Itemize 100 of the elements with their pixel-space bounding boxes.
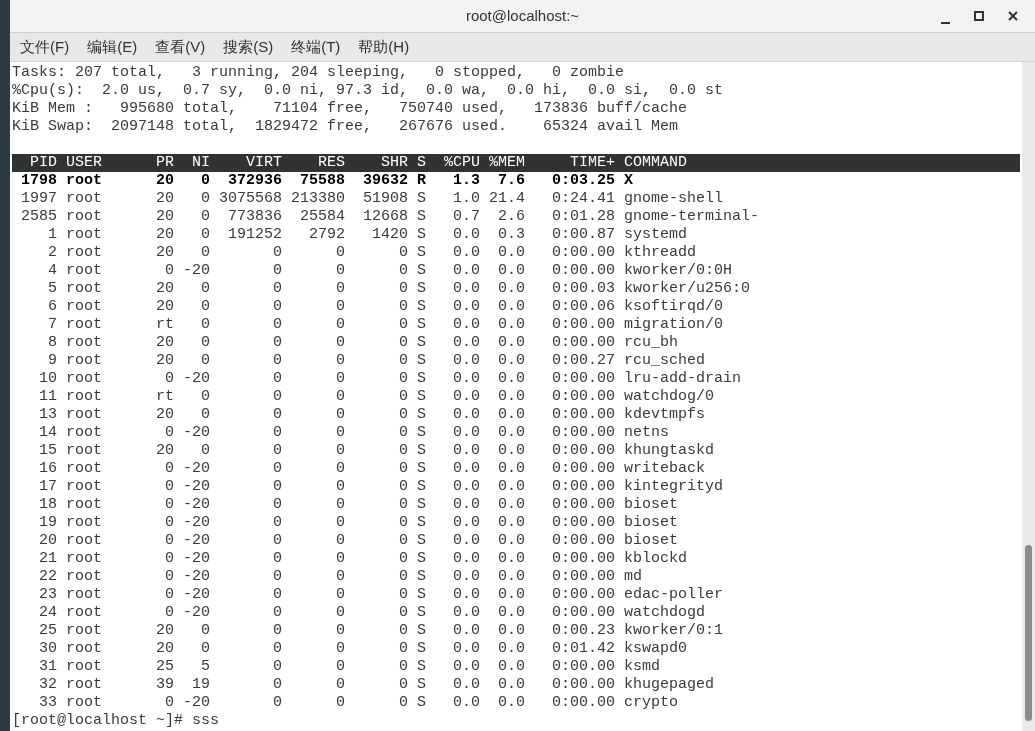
table-cell-text: 0.0	[497, 604, 525, 622]
menu-item[interactable]: 搜索(S)	[215, 35, 282, 59]
table-cell-text: S	[416, 244, 426, 262]
table-cell-text: 0	[164, 568, 174, 586]
table-cell-text: 0	[398, 604, 408, 622]
table-cell-text: 8	[47, 334, 57, 352]
table-cell-text: 0:00.00	[551, 586, 615, 604]
menu-item[interactable]: 编辑(E)	[79, 35, 146, 59]
maximize-button[interactable]	[971, 8, 987, 24]
table-cell-text: 20	[155, 280, 174, 298]
table-cell-text: 0	[398, 640, 408, 658]
table-cell-text: 0	[398, 460, 408, 478]
table-cell-text: 0	[272, 514, 282, 532]
table-cell-text: -20	[182, 514, 210, 532]
table-cell-text: 6	[47, 298, 57, 316]
table-cell-text: 0.0	[497, 658, 525, 676]
table-cell-text: 20	[155, 298, 174, 316]
table-cell-text: 0.0	[497, 334, 525, 352]
table-cell-text: -20	[182, 694, 210, 712]
table-cell-text: 20	[155, 640, 174, 658]
table-cell-text: 25	[155, 658, 174, 676]
table-cell-text: -20	[182, 370, 210, 388]
menu-item[interactable]: 查看(V)	[147, 35, 214, 59]
table-cell-text: root	[65, 208, 103, 226]
table-cell-text: 0	[398, 622, 408, 640]
table-cell-text: -20	[182, 262, 210, 280]
table-cell-text: 20	[155, 190, 174, 208]
table-cell-text: 0.0	[497, 586, 525, 604]
table-cell-text: 0:00.00	[551, 460, 615, 478]
table-cell-text: 0	[398, 334, 408, 352]
table-cell-text: 0	[335, 532, 345, 550]
table-cell-text: 20	[155, 442, 174, 460]
table-cell-text: 0.0	[452, 550, 480, 568]
scrollbar[interactable]	[1022, 62, 1035, 731]
table-cell-text: 0	[164, 424, 174, 442]
table-cell-text: 0	[164, 586, 174, 604]
table-cell-text: 7.6	[497, 172, 525, 190]
table-cell-text: 0	[164, 262, 174, 280]
table-cell-text: 0.0	[452, 478, 480, 496]
table-cell-text: 372936	[227, 172, 282, 190]
table-cell-text: netns	[623, 424, 669, 442]
table-cell-text: X	[623, 172, 633, 190]
table-cell-text: 0:24.41	[551, 190, 615, 208]
table-cell-text: S	[416, 208, 426, 226]
table-cell-text: 0.0	[452, 406, 480, 424]
table-cell-text: S	[416, 622, 426, 640]
table-cell-text: 10	[38, 370, 57, 388]
table-cell-text: kintegrityd	[623, 478, 724, 496]
table-cell-text: -20	[182, 460, 210, 478]
table-cell-text: S	[416, 478, 426, 496]
table-cell-text: root	[65, 298, 103, 316]
column-header: COMMAND	[623, 154, 687, 172]
table-cell-text: 0.0	[452, 442, 480, 460]
table-cell-text: S	[416, 550, 426, 568]
menu-item[interactable]: 帮助(H)	[350, 35, 418, 59]
table-cell-text: root	[65, 334, 103, 352]
maximize-icon	[974, 11, 984, 21]
table-cell-text: 9	[47, 352, 57, 370]
table-cell-text: 0:00.00	[551, 532, 615, 550]
table-cell-text: 75588	[299, 172, 345, 190]
table-cell-text: 0:00.00	[551, 550, 615, 568]
table-cell-text: 0	[200, 298, 210, 316]
table-cell-text: S	[416, 424, 426, 442]
window-title: root@localhost:~	[465, 5, 580, 26]
table-cell-text: 0	[335, 424, 345, 442]
table-cell-text: 25	[38, 622, 57, 640]
table-cell-text: 20	[155, 208, 174, 226]
table-cell-text: kworker/0:1	[623, 622, 724, 640]
table-cell-text: 0.0	[497, 424, 525, 442]
table-cell-text: 0	[200, 352, 210, 370]
table-cell-text: 0:00.00	[551, 658, 615, 676]
table-cell-text: 0	[200, 172, 210, 190]
table-cell-text: 15	[38, 442, 57, 460]
table-cell-text: 0	[398, 406, 408, 424]
menu-item[interactable]: 文件(F)	[12, 35, 78, 59]
table-cell-text: 0	[272, 694, 282, 712]
table-cell-text: 0:00.87	[551, 226, 615, 244]
table-cell-text: 0.0	[497, 676, 525, 694]
table-cell-text: 0	[164, 460, 174, 478]
table-cell-text: 0.0	[497, 370, 525, 388]
table-cell-text: 24	[38, 604, 57, 622]
table-cell-text: 5	[200, 658, 210, 676]
table-cell-text: root	[65, 658, 103, 676]
table-cell-text: 0.0	[497, 550, 525, 568]
table-cell-text: 20	[155, 172, 174, 190]
table-cell-text: root	[65, 370, 103, 388]
scrollbar-thumb[interactable]	[1025, 545, 1032, 721]
table-cell-text: 0	[398, 262, 408, 280]
table-cell-text: 1798	[20, 172, 57, 190]
table-cell-text: 0.0	[497, 352, 525, 370]
table-cell-text: root	[65, 280, 103, 298]
table-cell-text: migration/0	[623, 316, 724, 334]
menu-item[interactable]: 终端(T)	[283, 35, 349, 59]
table-cell-text: 0	[398, 694, 408, 712]
table-cell-text: 0:00.00	[551, 442, 615, 460]
table-cell-text: -20	[182, 604, 210, 622]
table-cell-text: root	[65, 424, 103, 442]
table-cell-text: 0	[272, 406, 282, 424]
table-cell-text: S	[416, 406, 426, 424]
table-cell-text: 0	[335, 640, 345, 658]
